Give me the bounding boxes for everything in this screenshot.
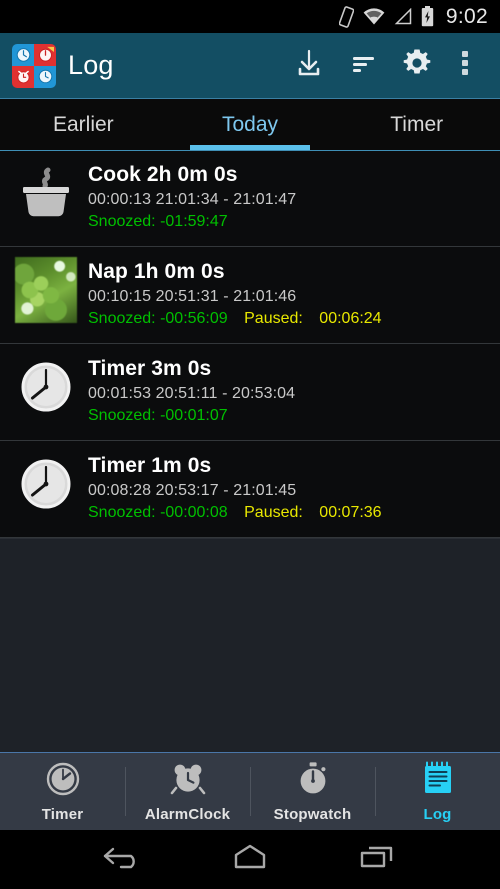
logo-tile-stopwatch <box>12 43 34 66</box>
empty-list-area <box>0 538 500 752</box>
photo-thumbnail-grapes <box>14 257 78 323</box>
tab-earlier-label: Earlier <box>52 112 114 136</box>
entry-times: 00:10:15 20:51:31 - 21:01:46 <box>88 287 297 305</box>
cooking-pot-icon <box>14 160 78 226</box>
overflow-button[interactable] <box>444 33 486 98</box>
nav-item-alarmclock-label: AlarmClock <box>144 805 231 823</box>
phone-screen: 9:02 Log Earlier Today Timer Cook 2h 0m … <box>0 0 500 889</box>
table-row[interactable]: Timer 3m 0s 00:01:53 20:51:11 - 20:53:04… <box>0 344 500 441</box>
bottom-navigation: Timer AlarmClock Stopwatch Log <box>0 752 500 830</box>
entry-title: Timer 1m 0s <box>88 454 212 477</box>
nav-item-log-label: Log <box>423 805 452 823</box>
notepad-icon <box>422 761 454 802</box>
snoozed-label: Snoozed: <box>88 212 156 230</box>
snoozed-value: -00:56:09 <box>160 309 228 327</box>
paused-value: 00:06:24 <box>319 309 382 327</box>
nav-item-stopwatch-label: Stopwatch <box>273 805 352 823</box>
nav-item-alarmclock[interactable]: AlarmClock <box>125 753 250 830</box>
nav-item-timer-label: Timer <box>41 805 84 823</box>
gear-icon <box>400 46 434 85</box>
nav-item-stopwatch[interactable]: Stopwatch <box>250 753 375 830</box>
paused-label: Paused: <box>244 309 303 327</box>
logo-tile-alarm <box>12 65 34 88</box>
app-toolbar: Log <box>0 33 500 98</box>
entry-title: Timer 3m 0s <box>88 357 212 380</box>
paused-label: Paused: <box>244 503 303 521</box>
snoozed-label: Snoozed: <box>88 309 156 327</box>
timer-clock-icon <box>14 354 78 420</box>
tab-timer-label: Timer <box>390 112 444 136</box>
table-row[interactable]: Nap 1h 0m 0s 00:10:15 20:51:31 - 21:01:4… <box>0 247 500 344</box>
tab-today[interactable]: Today <box>167 99 334 150</box>
thumbnail-image <box>15 257 77 323</box>
row-body: Timer 1m 0s 00:08:28 20:53:17 - 21:01:45… <box>88 451 488 522</box>
nav-item-log[interactable]: Log <box>375 753 500 830</box>
status-bar: 9:02 <box>0 0 500 33</box>
vibrate-icon <box>338 5 354 28</box>
nav-item-timer[interactable]: Timer <box>0 753 125 830</box>
android-navigation-bar <box>0 830 500 889</box>
entry-meta: Snoozed: -00:56:09 Paused: 00:06:24 <box>88 310 488 328</box>
download-icon <box>293 47 325 84</box>
entry-title: Cook 2h 0m 0s <box>88 163 238 186</box>
status-bar-clock: 9:02 <box>445 4 488 28</box>
back-button[interactable] <box>93 838 153 882</box>
settings-button[interactable] <box>390 33 444 98</box>
entry-title: Nap 1h 0m 0s <box>88 260 225 283</box>
row-body: Nap 1h 0m 0s 00:10:15 20:51:31 - 21:01:4… <box>88 257 488 328</box>
paused-value: 00:07:36 <box>319 503 382 521</box>
entry-times: 00:00:13 21:01:34 - 21:01:47 <box>88 190 297 208</box>
sort-button[interactable] <box>336 33 390 98</box>
snoozed-label: Snoozed: <box>88 406 156 424</box>
snoozed-value: -00:01:07 <box>160 406 228 424</box>
battery-charging-icon <box>421 6 434 27</box>
overflow-menu-icon <box>461 48 469 83</box>
snoozed-value: -01:59:47 <box>160 212 228 230</box>
row-body: Timer 3m 0s 00:01:53 20:51:11 - 20:53:04… <box>88 354 488 425</box>
entry-meta: Snoozed: -01:59:47 <box>88 213 488 231</box>
snoozed-label: Snoozed: <box>88 503 156 521</box>
recents-icon <box>355 842 399 877</box>
wifi-icon <box>363 7 385 26</box>
tab-timer[interactable]: Timer <box>333 99 500 150</box>
home-button[interactable] <box>220 838 280 882</box>
tab-bar: Earlier Today Timer <box>0 98 500 151</box>
tab-today-label: Today <box>221 112 279 136</box>
download-button[interactable] <box>282 33 336 98</box>
entry-meta: Snoozed: -00:01:07 <box>88 407 488 425</box>
recents-button[interactable] <box>347 838 407 882</box>
timer-clock-icon <box>14 451 78 517</box>
stopwatch-icon <box>295 761 331 802</box>
entry-times: 00:08:28 20:53:17 - 21:01:45 <box>88 481 297 499</box>
row-body: Cook 2h 0m 0s 00:00:13 21:01:34 - 21:01:… <box>88 160 488 231</box>
tab-earlier[interactable]: Earlier <box>0 99 167 150</box>
timer-icon <box>45 761 81 802</box>
snoozed-value: -00:00:08 <box>160 503 228 521</box>
entry-meta: Snoozed: -00:00:08 Paused: 00:07:36 <box>88 504 488 522</box>
table-row[interactable]: Timer 1m 0s 00:08:28 20:53:17 - 21:01:45… <box>0 441 500 538</box>
entry-times: 00:01:53 20:51:11 - 20:53:04 <box>88 384 296 402</box>
back-arrow-icon <box>99 841 147 878</box>
page-title: Log <box>68 50 114 80</box>
logo-tile-timer <box>34 43 56 66</box>
app-logo-icon <box>12 43 56 88</box>
log-list: Cook 2h 0m 0s 00:00:13 21:01:34 - 21:01:… <box>0 150 500 538</box>
logo-tile-clock <box>34 65 56 88</box>
home-icon <box>228 842 272 877</box>
table-row[interactable]: Cook 2h 0m 0s 00:00:13 21:01:34 - 21:01:… <box>0 150 500 247</box>
sort-icon <box>347 47 379 84</box>
alarm-clock-icon <box>169 761 207 802</box>
cell-signal-icon <box>394 8 412 25</box>
